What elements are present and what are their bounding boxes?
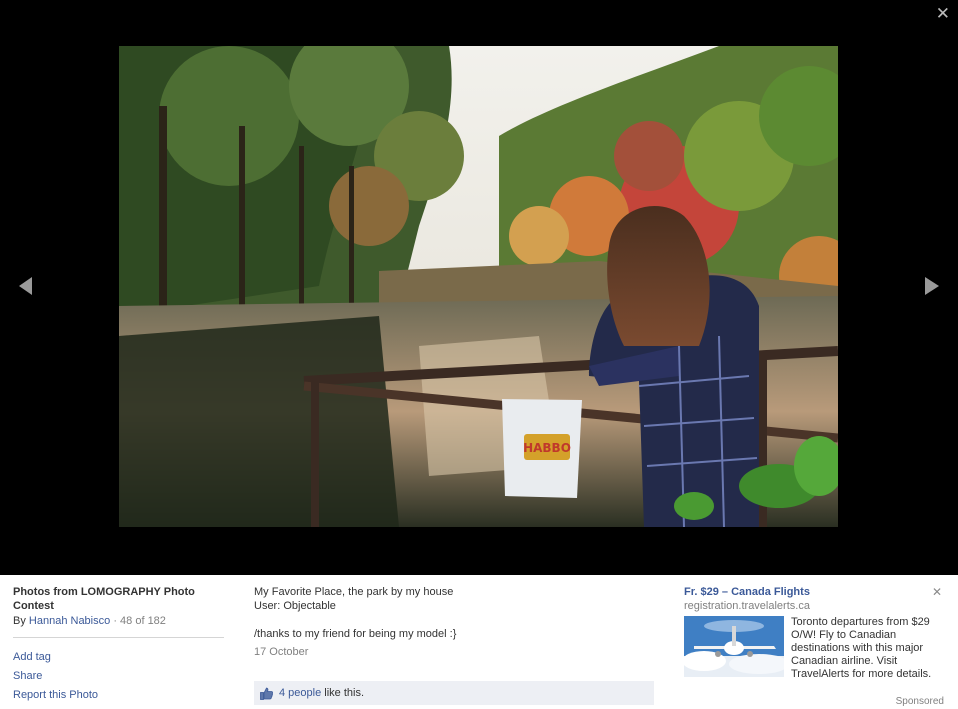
divider — [13, 637, 224, 638]
photo-image: HABBO — [119, 46, 838, 527]
right-arrow-icon — [925, 277, 939, 295]
sponsored-ad: Fr. $29 – Canada Flights registration.tr… — [682, 585, 948, 681]
byline-separator: · — [113, 615, 117, 627]
sponsored-label[interactable]: Sponsored — [896, 696, 944, 707]
ad-title-link[interactable]: Fr. $29 – Canada Flights — [684, 585, 948, 599]
add-tag-link[interactable]: Add tag — [13, 648, 225, 667]
photo-date[interactable]: 17 October — [254, 645, 656, 659]
photo-info-footer: Photos from LOMOGRAPHY Photo Contest By … — [0, 575, 958, 709]
photo-viewer-stage: ✕ HABBO — [0, 0, 958, 575]
likes-count-link[interactable]: 4 people — [279, 687, 321, 699]
thumbs-up-icon — [260, 687, 273, 700]
close-viewer-icon[interactable]: ✕ — [936, 4, 950, 24]
ad-airplane-image[interactable] — [682, 616, 789, 677]
next-photo-button[interactable] — [922, 276, 942, 296]
ad-domain: registration.travelalerts.ca — [684, 600, 810, 612]
airplane-image — [682, 616, 789, 677]
photo-position: 48 of 182 — [120, 615, 166, 627]
likes-suffix: like this. — [324, 687, 365, 699]
photo[interactable]: HABBO — [119, 46, 838, 527]
ad-body-text[interactable]: Toronto departures from $29 O/W! Fly to … — [791, 616, 946, 681]
likes-summary: 4 people like this. — [279, 687, 364, 699]
likes-bar: 4 people like this. — [254, 681, 654, 705]
share-link[interactable]: Share — [13, 667, 225, 686]
report-photo-link[interactable]: Report this Photo — [13, 686, 225, 705]
photo-caption: My Favorite Place, the park by my house … — [254, 585, 656, 659]
caption-text: My Favorite Place, the park by my house … — [254, 586, 457, 640]
album-title[interactable]: Photos from LOMOGRAPHY Photo Contest — [13, 585, 225, 613]
left-arrow-icon — [19, 277, 32, 295]
previous-photo-button[interactable] — [17, 276, 37, 296]
author-link[interactable]: Hannah Nabisco — [29, 615, 110, 627]
photo-sign-text: HABBO — [523, 441, 571, 455]
byline: By Hannah Nabisco · 48 of 182 — [13, 614, 225, 628]
album-info: Photos from LOMOGRAPHY Photo Contest By … — [13, 585, 225, 705]
by-prefix: By — [13, 615, 26, 627]
ad-close-icon[interactable]: ✕ — [932, 585, 942, 599]
ad-body: Toronto departures from $29 O/W! Fly to … — [682, 616, 948, 681]
